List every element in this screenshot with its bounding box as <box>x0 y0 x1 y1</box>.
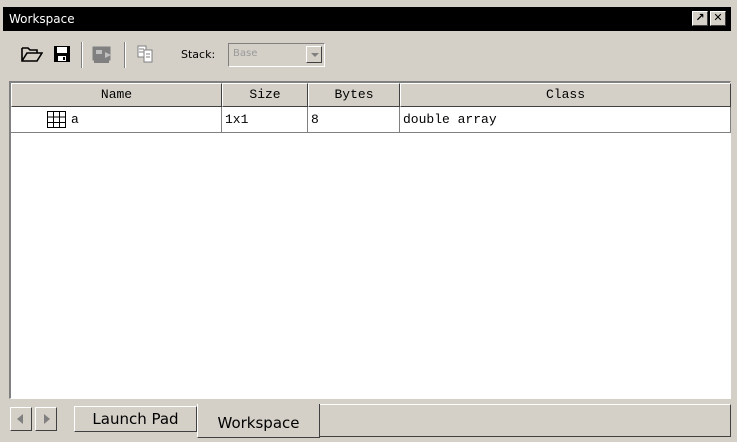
open-folder-icon <box>21 47 43 62</box>
close-button[interactable]: ✕ <box>710 11 726 26</box>
copy-icon <box>137 45 153 63</box>
tab-scroll-left-button[interactable] <box>10 407 32 431</box>
undock-arrow-icon: ↗ <box>695 12 705 24</box>
table-row[interactable]: a 1x1 8 double array <box>11 107 731 133</box>
stack-value: Base <box>233 48 258 59</box>
copy-button[interactable] <box>133 42 159 66</box>
column-header-size[interactable]: Size <box>222 83 308 107</box>
column-header-name[interactable]: Name <box>11 83 222 107</box>
import-data-icon <box>92 46 111 63</box>
title-bar[interactable]: Workspace ↗ ✕ <box>3 7 731 31</box>
toolbar: Stack: Base <box>9 38 729 78</box>
tab-strip: Launch Pad Workspace <box>0 400 737 440</box>
variable-name: a <box>71 112 79 127</box>
cell-size: 1x1 <box>222 107 308 133</box>
chevron-down-icon[interactable] <box>306 46 322 63</box>
cell-class: double array <box>400 107 731 133</box>
tab-launch-pad[interactable]: Launch Pad <box>74 406 197 432</box>
save-button[interactable] <box>49 42 75 66</box>
window-title: Workspace <box>9 12 75 26</box>
tab-workspace[interactable]: Workspace <box>197 404 320 438</box>
stack-label: Stack: <box>181 48 216 61</box>
tab-strip-filler <box>320 404 731 437</box>
stack-dropdown[interactable]: Base <box>228 43 325 67</box>
toolbar-separator <box>124 42 126 68</box>
workspace-window: Workspace ↗ ✕ Stack: Base Name Size Byte… <box>0 0 737 440</box>
open-button[interactable] <box>19 42 45 66</box>
save-icon <box>54 46 70 62</box>
array-grid-icon <box>47 111 66 128</box>
toolbar-separator <box>81 42 83 68</box>
column-header-class[interactable]: Class <box>400 83 731 107</box>
arrow-left-icon <box>17 414 23 424</box>
cell-bytes: 8 <box>308 107 400 133</box>
column-header-bytes[interactable]: Bytes <box>308 83 400 107</box>
close-icon: ✕ <box>713 12 723 24</box>
import-data-button[interactable] <box>90 42 116 66</box>
undock-button[interactable]: ↗ <box>692 11 708 26</box>
workspace-table: Name Size Bytes Class a 1x1 8 double arr… <box>9 81 731 399</box>
arrow-right-icon <box>44 414 50 424</box>
cell-name[interactable]: a <box>11 107 222 133</box>
tab-scroll-right-button[interactable] <box>35 407 57 431</box>
